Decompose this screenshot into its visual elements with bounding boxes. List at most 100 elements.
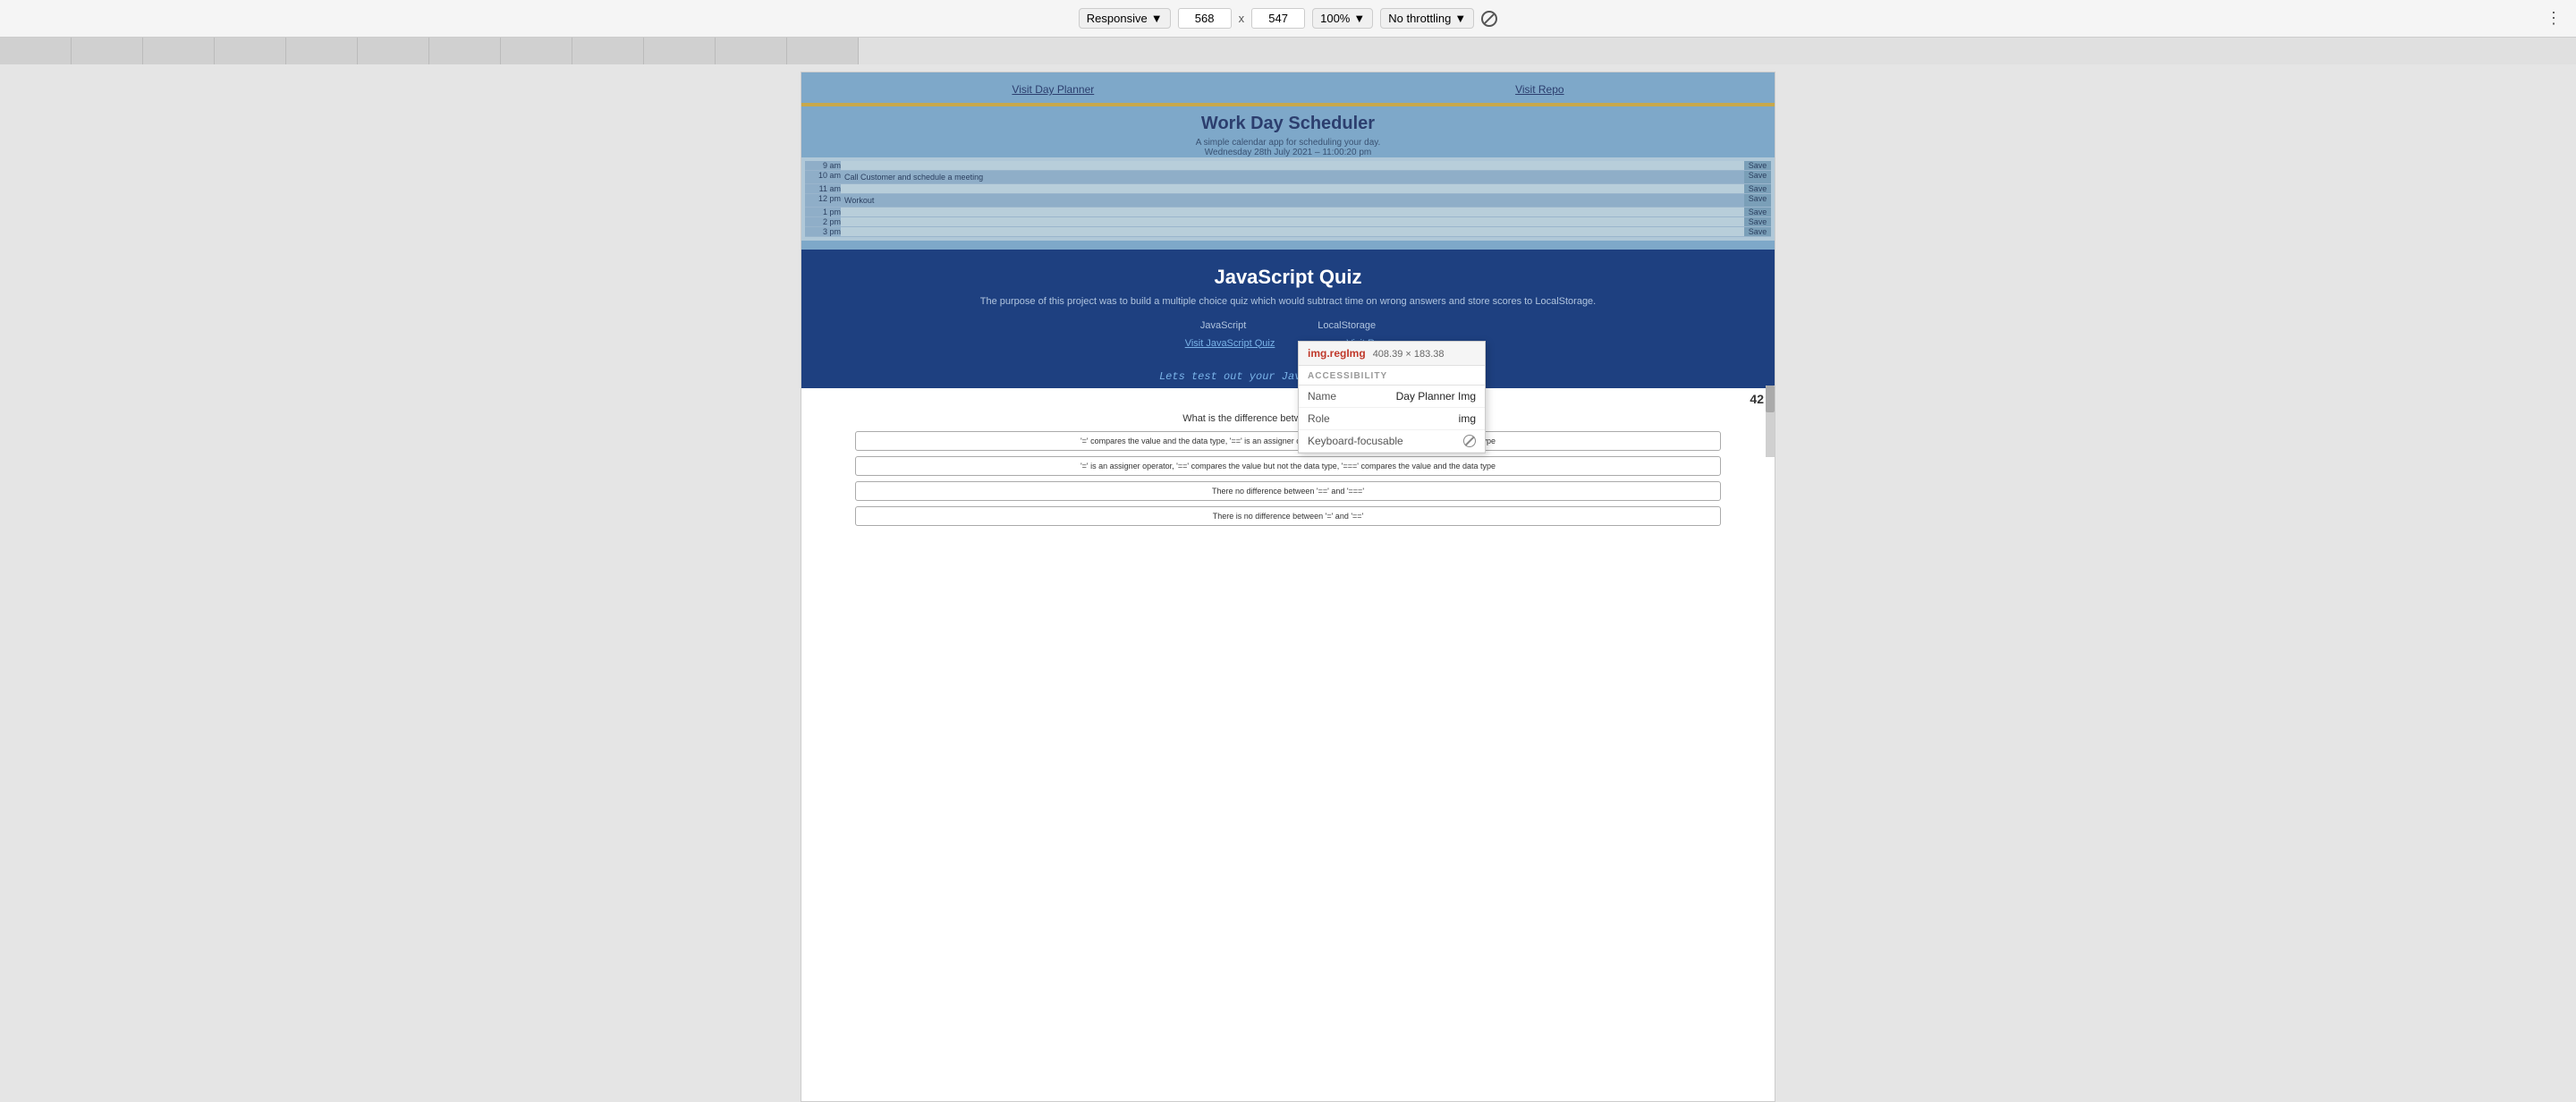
cal-row: 10 am Call Customer and schedule a meeti… xyxy=(805,171,1771,184)
toolbar-center: Responsive ▼ x 100% ▼ No throttling ▼ xyxy=(1079,8,1497,29)
cal-time: 12 pm xyxy=(805,194,841,207)
cal-row: 2 pm Save xyxy=(805,217,1771,227)
quiz-tag-ls: LocalStorage xyxy=(1318,320,1376,331)
tab-item[interactable] xyxy=(572,38,644,64)
quiz-title-suffix: vaScript Quiz xyxy=(1236,266,1362,288)
cal-save-btn[interactable]: Save xyxy=(1744,184,1771,193)
cal-input[interactable] xyxy=(841,184,1744,193)
throttle-arrow: ▼ xyxy=(1454,12,1466,25)
cal-time: 3 pm xyxy=(805,227,841,236)
tooltip-label-role: Role xyxy=(1308,412,1330,425)
dimension-separator: x xyxy=(1239,12,1245,25)
cal-input[interactable] xyxy=(841,208,1744,216)
quiz-title: JavaScript Quiz xyxy=(801,259,1775,294)
quiz-option-4[interactable]: There is no difference between '=' and '… xyxy=(855,506,1721,526)
quiz-tags: JavaScript LocalStorage xyxy=(801,317,1775,335)
tooltip-label-name: Name xyxy=(1308,390,1336,403)
width-input[interactable] xyxy=(1178,8,1232,29)
cal-row: 12 pm Workout Save xyxy=(805,194,1771,208)
tooltip-dimensions: 408.39 × 183.38 xyxy=(1373,349,1445,360)
height-input[interactable] xyxy=(1251,8,1305,29)
toolbar: Responsive ▼ x 100% ▼ No throttling ▼ ⋮ xyxy=(0,0,2576,38)
scrollbar-thumb[interactable] xyxy=(1766,386,1775,412)
quiz-tag-js: JavaScript xyxy=(1200,320,1246,331)
cal-save-btn[interactable]: Save xyxy=(1744,208,1771,216)
cal-row: 11 am Save xyxy=(805,184,1771,194)
cal-time: 10 am xyxy=(805,171,841,183)
visit-repo-link-wds[interactable]: Visit Repo xyxy=(1515,83,1563,96)
tab-item[interactable] xyxy=(501,38,572,64)
quiz-option-3[interactable]: There no difference between '==' and '==… xyxy=(855,481,1721,501)
cal-time: 2 pm xyxy=(805,217,841,226)
visit-day-planner-link[interactable]: Visit Day Planner xyxy=(1012,83,1094,96)
quiz-question: What is the difference between '=', '=='… xyxy=(801,410,1775,431)
calendar-container: 9 am Save 10 am Call Customer and schedu… xyxy=(801,157,1775,241)
quiz-preview: Lets test out your JavaScript knowledge!… xyxy=(801,365,1775,537)
quiz-section: JavaScript Quiz The purpose of this proj… xyxy=(801,250,1775,365)
tooltip-value-role: img xyxy=(1459,412,1476,425)
cal-save-btn[interactable]: Save xyxy=(1744,171,1771,183)
quiz-option-2[interactable]: '=' is an assigner operator, '==' compar… xyxy=(855,456,1721,476)
tab-item[interactable] xyxy=(0,38,72,64)
wds-title: Work Day Scheduler xyxy=(801,110,1775,138)
tab-item[interactable] xyxy=(286,38,358,64)
cal-row: 9 am Save xyxy=(805,161,1771,171)
wds-section: Visit Day Planner Visit Repo Work Day Sc… xyxy=(801,72,1775,250)
not-focusable-icon xyxy=(1463,435,1476,447)
cal-time: 9 am xyxy=(805,161,841,170)
tab-item[interactable] xyxy=(716,38,787,64)
accessibility-tooltip: img.regImg 408.39 × 183.38 ACCESSIBILITY… xyxy=(1298,341,1486,454)
tab-item[interactable] xyxy=(644,38,716,64)
cal-save-btn[interactable]: Save xyxy=(1744,194,1771,207)
browser-frame: Visit Day Planner Visit Repo Work Day Sc… xyxy=(801,72,1775,1102)
cal-input[interactable] xyxy=(841,161,1744,170)
tab-item[interactable] xyxy=(429,38,501,64)
cal-save-btn[interactable]: Save xyxy=(1744,161,1771,170)
responsive-select[interactable]: Responsive ▼ xyxy=(1079,8,1171,29)
cal-row: 3 pm Save xyxy=(805,227,1771,237)
visit-js-quiz-link[interactable]: Visit JavaScript Quiz xyxy=(1185,338,1275,349)
tab-item[interactable] xyxy=(215,38,286,64)
tooltip-row-name: Name Day Planner Img xyxy=(1299,386,1485,408)
tooltip-section-title: ACCESSIBILITY xyxy=(1299,366,1485,386)
cal-input[interactable] xyxy=(841,217,1744,226)
tab-item[interactable] xyxy=(72,38,143,64)
throttle-label: No throttling xyxy=(1388,12,1451,25)
tooltip-header: img.regImg 408.39 × 183.38 xyxy=(1299,342,1485,366)
tab-item[interactable] xyxy=(358,38,429,64)
cal-row: 1 pm Save xyxy=(805,208,1771,217)
tooltip-tag: img.regImg xyxy=(1308,347,1366,360)
quiz-option-1[interactable]: '=' compares the value and the data type… xyxy=(855,431,1721,451)
cal-input[interactable]: Workout xyxy=(841,194,1744,207)
cal-time: 11 am xyxy=(805,184,841,193)
wds-subtitle1: A simple calendar app for scheduling you… xyxy=(801,138,1775,148)
scrollbar-track[interactable] xyxy=(1766,386,1775,457)
tab-item[interactable] xyxy=(143,38,215,64)
zoom-label: 100% xyxy=(1320,12,1350,25)
quiz-banner: Lets test out your JavaScript knowledge! xyxy=(801,365,1775,388)
quiz-description: The purpose of this project was to build… xyxy=(801,294,1775,317)
more-options-button[interactable]: ⋮ xyxy=(2546,9,2562,28)
no-throttle-icon xyxy=(1481,11,1497,27)
quiz-links: Visit JavaScript Quiz Visit Repo xyxy=(801,335,1775,352)
cal-input[interactable] xyxy=(841,227,1744,236)
tab-item[interactable] xyxy=(787,38,859,64)
tooltip-label-keyboard: Keyboard-focusable xyxy=(1308,435,1403,447)
quiz-options: '=' compares the value and the data type… xyxy=(801,431,1775,537)
wds-nav: Visit Day Planner Visit Repo xyxy=(801,80,1775,99)
cal-save-btn[interactable]: Save xyxy=(1744,217,1771,226)
responsive-label: Responsive xyxy=(1087,12,1148,25)
tooltip-row-role: Role img xyxy=(1299,408,1485,430)
cal-save-btn[interactable]: Save xyxy=(1744,227,1771,236)
zoom-arrow: ▼ xyxy=(1353,12,1365,25)
quiz-title-prefix: Ja xyxy=(1214,266,1235,288)
zoom-select[interactable]: 100% ▼ xyxy=(1312,8,1373,29)
tooltip-row-keyboard: Keyboard-focusable xyxy=(1299,430,1485,453)
throttle-select[interactable]: No throttling ▼ xyxy=(1380,8,1474,29)
tabbar xyxy=(0,38,2576,64)
content-area: Visit Day Planner Visit Repo Work Day Sc… xyxy=(0,64,2576,1102)
tooltip-value-keyboard xyxy=(1463,435,1476,447)
cal-time: 1 pm xyxy=(805,208,841,216)
cal-input[interactable]: Call Customer and schedule a meeting xyxy=(841,171,1744,183)
gold-bar xyxy=(801,103,1775,106)
